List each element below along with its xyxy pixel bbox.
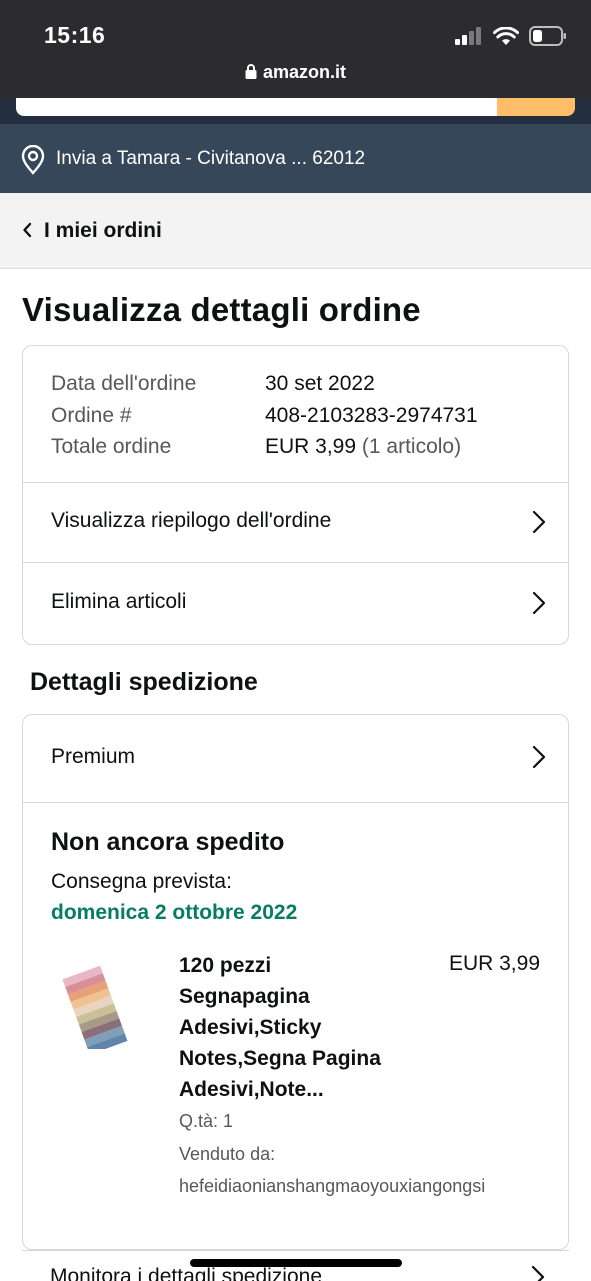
order-info: Data dell'ordine 30 set 2022 Ordine # 40… (51, 368, 478, 463)
breadcrumb[interactable]: I miei ordini (0, 193, 591, 269)
breadcrumb-label: I miei ordini (44, 219, 162, 242)
order-total-row: Totale ordine EUR 3,99 (1 articolo) (51, 431, 478, 463)
delete-items-label: Elimina articoli (51, 590, 187, 613)
wifi-icon (493, 26, 519, 45)
chevron-right-icon (532, 510, 546, 534)
search-input[interactable] (16, 98, 498, 116)
sold-by-label: Venduto da: (179, 1144, 276, 1164)
status-icons (455, 26, 567, 46)
search-bar (0, 98, 591, 124)
order-number-row: Ordine # 408-2103283-2974731 (51, 400, 478, 432)
page-title: Visualizza dettagli ordine (22, 291, 421, 328)
battery-icon (529, 26, 566, 46)
order-total-value-wrap: EUR 3,99 (1 articolo) (265, 431, 461, 463)
product-title-line: Adesivi,Sticky (179, 1016, 322, 1039)
order-summary-link[interactable]: Visualizza riepilogo dell'ordine (23, 482, 568, 563)
chevron-right-icon (532, 591, 546, 615)
home-indicator[interactable] (190, 1259, 402, 1267)
product-quantity: Q.tà: 1 (179, 1111, 234, 1131)
lock-icon (245, 64, 257, 79)
order-total-value: EUR 3,99 (265, 435, 357, 458)
delivery-estimate-label: Consegna prevista: (51, 870, 232, 893)
order-date-value: 30 set 2022 (265, 372, 375, 395)
order-summary-label: Visualizza riepilogo dell'ordine (51, 509, 332, 532)
delivery-estimate-date: domenica 2 ottobre 2022 (51, 901, 298, 924)
order-number-label: Ordine # (51, 403, 132, 427)
shipping-details-heading: Dettagli spedizione (30, 668, 258, 696)
product-title[interactable]: 120 pezzi Segnapagina Adesivi,Sticky Not… (179, 950, 419, 1105)
url-bar[interactable]: amazon.it (0, 62, 591, 83)
product-title-line: 120 pezzi (179, 954, 272, 977)
order-number-value: 408-2103283-2974731 (265, 403, 478, 427)
order-info-card: Data dell'ordine 30 set 2022 Ordine # 40… (22, 345, 569, 645)
divider (23, 802, 568, 803)
shipment-status: Non ancora spedito (51, 828, 285, 856)
seller-name[interactable]: hefeidiaonianshangmaoyouxiangongsi (179, 1176, 485, 1197)
delete-items-link[interactable]: Elimina articoli (23, 562, 568, 645)
chevron-left-icon (23, 222, 32, 238)
order-date-label: Data dell'ordine (51, 372, 197, 395)
chevron-right-icon (532, 745, 546, 769)
order-date-row: Data dell'ordine 30 set 2022 (51, 368, 478, 400)
product-price: EUR 3,99 (448, 952, 540, 975)
product-title-line: Segnapagina (179, 985, 310, 1008)
delivery-address: Invia a Tamara - Civitanova ... 62012 (56, 148, 366, 169)
product-title-line: Adesivi,Note... (179, 1078, 324, 1101)
signal-icon (455, 27, 481, 45)
product-thumbnail[interactable] (59, 953, 149, 1049)
order-item-count: (1 articolo) (361, 435, 462, 458)
shipment-card: Premium Non ancora spedito Consegna prev… (22, 714, 569, 1250)
shipping-method-label: Premium (51, 745, 136, 768)
status-bar: 15:16 amazon.it (0, 0, 591, 98)
url-text: amazon.it (262, 62, 346, 82)
status-time: 15:16 (44, 22, 106, 48)
location-pin-icon (21, 145, 45, 175)
product-title-line: Notes,Segna Pagina (179, 1047, 381, 1070)
next-row-label: Monitora i dettagli spedizione (50, 1265, 322, 1281)
order-total-label: Totale ordine (51, 435, 172, 458)
delivery-location-bar[interactable]: Invia a Tamara - Civitanova ... 62012 (0, 124, 591, 193)
search-button[interactable] (497, 98, 575, 116)
chevron-right-icon (531, 1265, 545, 1281)
shipping-method-link[interactable]: Premium (23, 715, 568, 802)
